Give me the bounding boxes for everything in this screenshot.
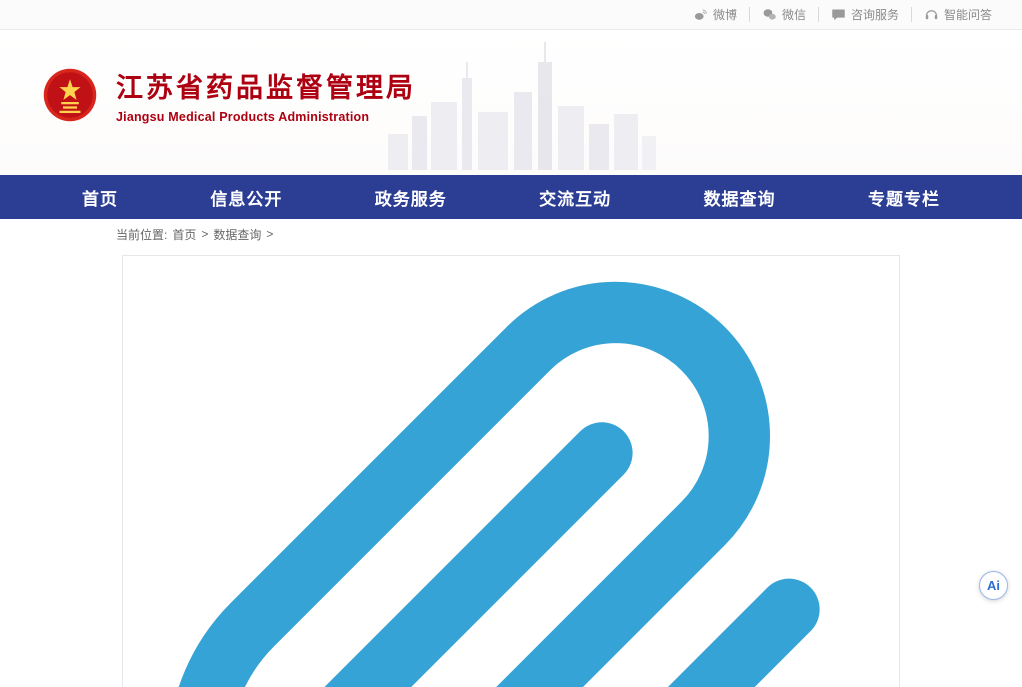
qa-icon xyxy=(924,7,939,22)
breadcrumb-home-link[interactable]: 首页 xyxy=(172,226,196,243)
consult-icon xyxy=(831,7,846,22)
nav-item-special-topics[interactable]: 专题专栏 xyxy=(858,185,950,210)
city-skyline-decoration xyxy=(388,40,658,170)
weibo-icon xyxy=(693,7,708,22)
nav-item-home[interactable]: 首页 xyxy=(72,185,128,210)
main-nav: 首页 信息公开 政务服务 交流互动 数据查询 专题专栏 xyxy=(0,175,1022,219)
wechat-link[interactable]: 微信 xyxy=(749,7,818,22)
site-title-cn: 江苏省药品监督管理局 xyxy=(116,66,416,105)
smart-qa-label: 智能问答 xyxy=(944,8,992,22)
nav-item-gov-services[interactable]: 政务服务 xyxy=(365,185,457,210)
nav-item-interaction[interactable]: 交流互动 xyxy=(529,185,621,210)
site-titles: 江苏省药品监督管理局 Jiangsu Medical Products Admi… xyxy=(116,66,416,124)
topbar: 微博 微信 咨询服务 智能问答 xyxy=(0,0,1022,30)
weibo-label: 微博 xyxy=(713,8,737,22)
wechat-icon xyxy=(762,7,777,22)
consult-service-link[interactable]: 咨询服务 xyxy=(818,7,911,22)
breadcrumb-separator: > xyxy=(201,227,208,241)
breadcrumb-separator: > xyxy=(266,227,273,241)
weibo-link[interactable]: 微博 xyxy=(681,7,749,22)
breadcrumb: 当前位置: 首页 > 数据查询 > xyxy=(0,219,1022,249)
smart-qa-link[interactable]: 智能问答 xyxy=(911,7,1004,22)
brand-block[interactable]: 江苏省药品监督管理局 Jiangsu Medical Products Admi… xyxy=(42,66,416,124)
inspection-detail-card: 告知书编号/公告号 告知书2024年第066号 企业名称 江苏联环药业股份有限公… xyxy=(122,255,900,687)
page-root: 微博 微信 咨询服务 智能问答 xyxy=(0,0,1022,687)
ai-assistant-button[interactable]: Ai xyxy=(979,571,1008,600)
main-content: 告知书编号/公告号 告知书2024年第066号 企业名称 江苏联环药业股份有限公… xyxy=(0,255,1022,687)
nav-item-info-disclosure[interactable]: 信息公开 xyxy=(200,185,292,210)
site-title-en: Jiangsu Medical Products Administration xyxy=(116,110,416,124)
wechat-label: 微信 xyxy=(782,8,806,22)
breadcrumb-label: 当前位置: xyxy=(116,226,167,243)
consult-service-label: 咨询服务 xyxy=(851,8,899,22)
site-header: 江苏省药品监督管理局 Jiangsu Medical Products Admi… xyxy=(0,30,1022,175)
breadcrumb-section-link[interactable]: 数据查询 xyxy=(213,226,261,243)
nav-item-data-query[interactable]: 数据查询 xyxy=(694,185,786,210)
national-emblem-logo-icon xyxy=(42,67,98,123)
